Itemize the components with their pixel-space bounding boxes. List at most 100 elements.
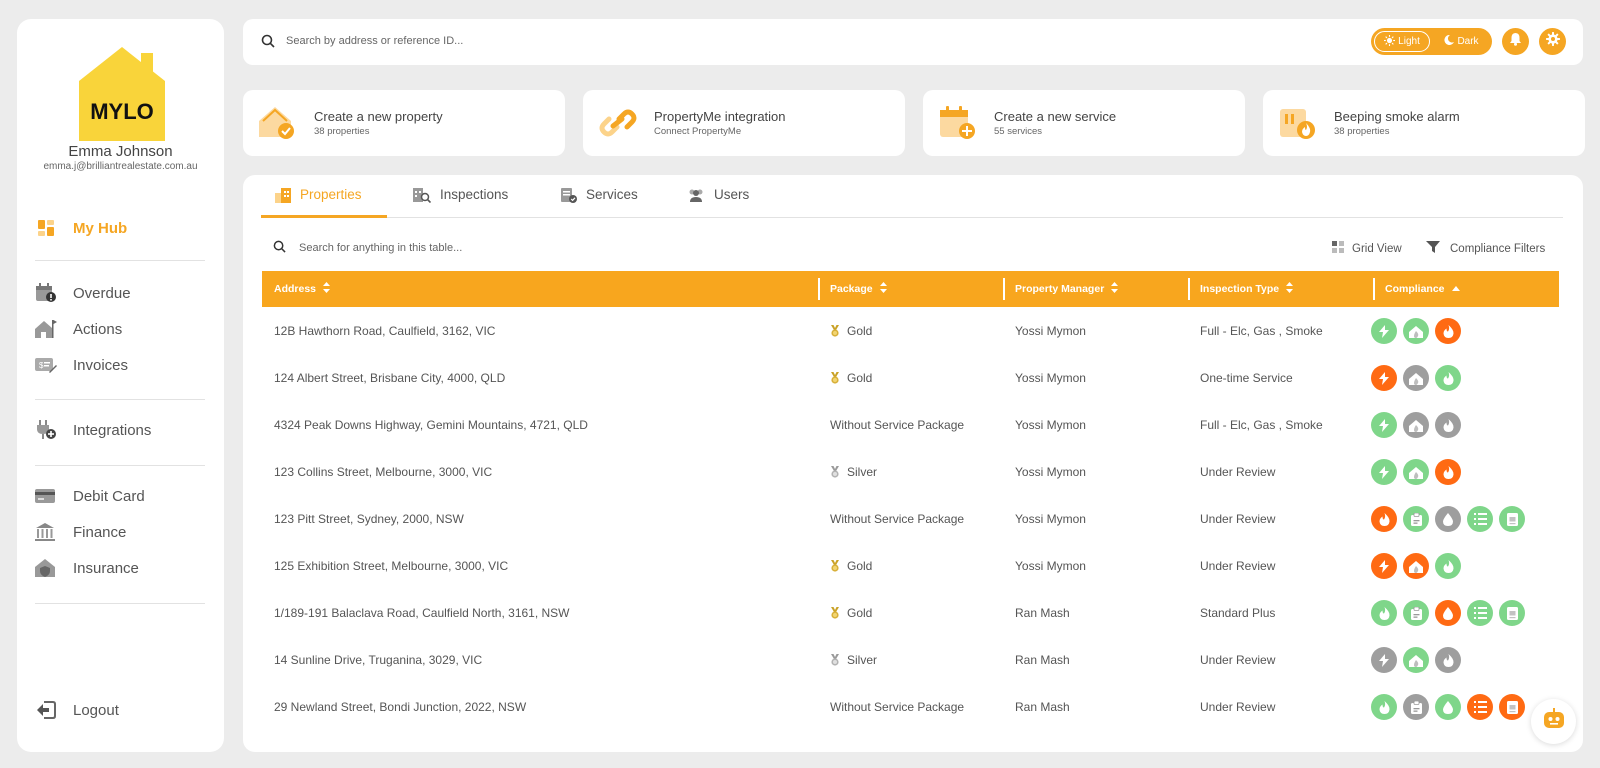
table-row[interactable]: 14 Sunline Drive, Truganina, 3029, VIC Si…	[262, 636, 1559, 683]
divider	[35, 399, 205, 400]
settings-button[interactable]	[1539, 28, 1566, 55]
compliance-clipboard-status[interactable]	[1403, 506, 1429, 532]
compliance-smoke-status[interactable]	[1435, 318, 1461, 344]
compliance-electrical-status[interactable]	[1371, 365, 1397, 391]
tab-properties[interactable]: Properties	[261, 187, 387, 218]
compliance-list-status[interactable]	[1467, 694, 1493, 720]
compliance-smoke-status[interactable]	[1371, 694, 1397, 720]
plug-icon	[35, 420, 57, 440]
compliance-water-status[interactable]	[1435, 506, 1461, 532]
tab-inspections[interactable]: Inspections	[413, 187, 508, 218]
compliance-document-status[interactable]	[1499, 506, 1525, 532]
column-header-package[interactable]: Package	[830, 271, 887, 307]
compliance-list-status[interactable]	[1467, 506, 1493, 532]
compliance-electrical-status[interactable]	[1371, 412, 1397, 438]
table-row[interactable]: 125 Exhibition Street, Melbourne, 3000, …	[262, 542, 1559, 589]
address-cell[interactable]: 1/189-191 Balaclava Road, Caulfield Nort…	[274, 589, 570, 636]
column-header-compliance[interactable]: Compliance	[1385, 271, 1460, 307]
table-row[interactable]: 123 Collins Street, Melbourne, 3000, VIC…	[262, 448, 1559, 495]
mylo-logo[interactable]: MYLO	[77, 43, 167, 143]
column-header-inspection-type[interactable]: Inspection Type	[1200, 271, 1294, 307]
address-cell[interactable]: 124 Albert Street, Brisbane City, 4000, …	[274, 354, 505, 401]
table-row[interactable]: 1/189-191 Balaclava Road, Caulfield Nort…	[262, 589, 1559, 636]
flame-icon	[1443, 559, 1454, 573]
checklist-icon	[1473, 607, 1487, 619]
compliance-water-status[interactable]	[1435, 600, 1461, 626]
notifications-button[interactable]	[1502, 28, 1529, 55]
sidebar-item-actions[interactable]: Actions	[35, 318, 122, 340]
compliance-smoke-status[interactable]	[1371, 600, 1397, 626]
manager-cell: Ran Mash	[1015, 605, 1070, 620]
calendar-plus-icon	[939, 105, 977, 141]
compliance-smoke-status[interactable]	[1435, 459, 1461, 485]
compliance-gas-status[interactable]	[1403, 553, 1429, 579]
bank-icon	[35, 522, 57, 542]
compliance-electrical-status[interactable]	[1371, 647, 1397, 673]
medal-icon	[830, 606, 840, 619]
sidebar-item-finance[interactable]: Finance	[35, 521, 126, 543]
flame-icon	[1443, 465, 1454, 479]
compliance-document-status[interactable]	[1499, 600, 1525, 626]
address-cell[interactable]: 29 Newland Street, Bondi Junction, 2022,…	[274, 683, 526, 730]
address-cell[interactable]: 123 Pitt Street, Sydney, 2000, NSW	[274, 495, 464, 542]
sidebar-item-my-hub[interactable]: My Hub	[35, 217, 127, 239]
create-property-card[interactable]: Create a new property 38 properties	[243, 90, 565, 156]
tab-services[interactable]: Services	[561, 187, 638, 218]
compliance-list-status[interactable]	[1467, 600, 1493, 626]
compliance-gas-status[interactable]	[1403, 459, 1429, 485]
compliance-document-status[interactable]	[1499, 694, 1525, 720]
compliance-electrical-status[interactable]	[1371, 318, 1397, 344]
column-header-address[interactable]: Address	[274, 271, 331, 307]
compliance-gas-status[interactable]	[1403, 318, 1429, 344]
address-cell[interactable]: 12B Hawthorn Road, Caulfield, 3162, VIC	[274, 307, 495, 354]
table-row[interactable]: 123 Pitt Street, Sydney, 2000, NSW Withou…	[262, 495, 1559, 542]
sidebar-item-invoices[interactable]: $ Invoices	[35, 354, 128, 376]
compliance-smoke-status[interactable]	[1435, 365, 1461, 391]
tab-users[interactable]: Users	[687, 187, 749, 218]
compliance-gas-status[interactable]	[1403, 647, 1429, 673]
table-row[interactable]: 12B Hawthorn Road, Caulfield, 3162, VIC G…	[262, 307, 1559, 354]
address-cell[interactable]: 125 Exhibition Street, Melbourne, 3000, …	[274, 542, 508, 589]
link-icon	[599, 105, 637, 141]
column-header-property-manager[interactable]: Property Manager	[1015, 271, 1119, 307]
compliance-filters-button[interactable]: Compliance Filters	[1426, 241, 1545, 256]
sidebar-item-overdue[interactable]: Overdue	[35, 282, 131, 304]
sidebar-item-debit-card[interactable]: Debit Card	[35, 485, 145, 507]
theme-light-option[interactable]: Light	[1374, 31, 1430, 52]
compliance-electrical-status[interactable]	[1371, 459, 1397, 485]
compliance-smoke-status[interactable]	[1435, 412, 1461, 438]
compliance-clipboard-status[interactable]	[1403, 600, 1429, 626]
compliance-smoke-status[interactable]	[1371, 506, 1397, 532]
create-service-card[interactable]: Create a new service 55 services	[923, 90, 1245, 156]
theme-dark-option[interactable]: Dark	[1434, 31, 1489, 52]
logout-button[interactable]: Logout	[35, 699, 119, 721]
propertyme-integration-card[interactable]: PropertyMe integration Connect PropertyM…	[583, 90, 905, 156]
compliance-gas-status[interactable]	[1403, 365, 1429, 391]
package-text: Without Service Package	[830, 417, 965, 432]
gear-icon	[1545, 32, 1560, 51]
sidebar-item-insurance[interactable]: Insurance	[35, 557, 139, 579]
sidebar-item-label: Insurance	[73, 559, 139, 577]
global-search-input[interactable]: Search by address or reference ID...	[286, 35, 463, 47]
chatbot-button[interactable]	[1531, 699, 1576, 744]
medal-icon	[830, 371, 840, 384]
beeping-smoke-alarm-card[interactable]: Beeping smoke alarm 38 properties	[1263, 90, 1585, 156]
compliance-gas-status[interactable]	[1403, 412, 1429, 438]
compliance-electrical-status[interactable]	[1371, 553, 1397, 579]
sidebar-item-integrations[interactable]: Integrations	[35, 419, 151, 441]
inspection-type-cell: Under Review	[1200, 558, 1276, 573]
compliance-clipboard-status[interactable]	[1403, 694, 1429, 720]
address-cell[interactable]: 123 Collins Street, Melbourne, 3000, VIC	[274, 448, 492, 495]
theme-toggle[interactable]: Light Dark	[1371, 28, 1492, 55]
theme-light-label: Light	[1398, 36, 1420, 47]
compliance-smoke-status[interactable]	[1435, 647, 1461, 673]
grid-view-button[interactable]: Grid View	[1332, 241, 1402, 256]
address-cell[interactable]: 4324 Peak Downs Highway, Gemini Mountain…	[274, 401, 588, 448]
table-row[interactable]: 4324 Peak Downs Highway, Gemini Mountain…	[262, 401, 1559, 448]
compliance-water-status[interactable]	[1435, 694, 1461, 720]
address-cell[interactable]: 14 Sunline Drive, Truganina, 3029, VIC	[274, 636, 482, 683]
compliance-smoke-status[interactable]	[1435, 553, 1461, 579]
table-search-input[interactable]: Search for anything in this table...	[299, 242, 462, 254]
table-row[interactable]: 124 Albert Street, Brisbane City, 4000, …	[262, 354, 1559, 401]
table-row[interactable]: 29 Newland Street, Bondi Junction, 2022,…	[262, 683, 1559, 730]
